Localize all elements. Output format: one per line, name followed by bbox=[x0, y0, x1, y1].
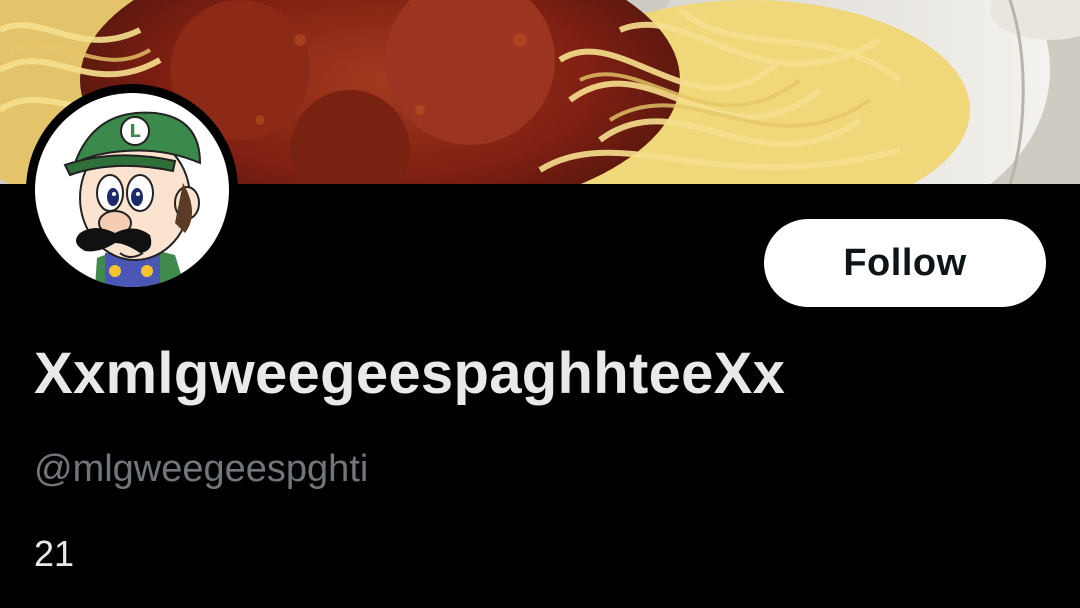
profile-bio: 21 bbox=[34, 533, 75, 574]
svg-text:L: L bbox=[129, 121, 140, 142]
follow-button[interactable]: Follow bbox=[764, 219, 1046, 307]
user-handle: @mlgweegeespghti bbox=[34, 448, 369, 490]
avatar-image: L bbox=[35, 93, 229, 287]
display-name: XxmlgweegeespaghhteeXx bbox=[34, 341, 786, 406]
profile-avatar[interactable]: L bbox=[26, 84, 238, 296]
profile-page: L Follow XxmlgweegeespaghhteeXx @mlgweeg… bbox=[0, 0, 1080, 608]
